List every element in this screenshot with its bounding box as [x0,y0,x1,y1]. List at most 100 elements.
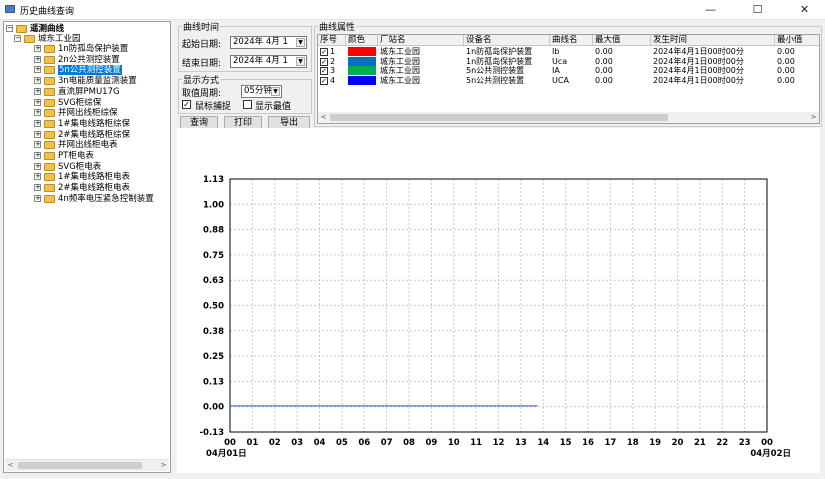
dropdown-arrow-icon[interactable]: ▼ [296,57,305,66]
scroll-left-icon[interactable]: < [318,112,329,123]
column-header[interactable]: 最小值 [775,35,819,46]
collapse-icon[interactable]: − [6,25,13,32]
expand-icon[interactable]: + [34,184,41,192]
device-tree[interactable]: − 遥测曲线 − 城东工业园 +1n防孤岛保护装置 +2n公共测控装置 +5n公共测… [3,21,171,473]
minimize-button[interactable]: — [694,0,727,19]
column-header[interactable]: 厂站名 [378,35,464,46]
tree-item[interactable]: +5n公共测控装置 [34,65,170,76]
expand-icon[interactable]: + [34,109,41,117]
column-header[interactable]: 设备名 [464,35,550,46]
scroll-thumb[interactable] [18,462,142,469]
app-icon [5,5,15,13]
dropdown-arrow-icon[interactable]: ▼ [296,38,305,47]
expand-icon[interactable]: + [34,152,41,159]
tree-item[interactable]: +2#集电线路柜电表 [34,183,170,193]
column-header[interactable]: 序号 [318,35,346,46]
mouse-capture-checkbox[interactable]: ✓ [182,100,191,109]
expand-icon[interactable]: + [34,130,41,138]
tree-item-label: SVG柜电表 [58,161,102,172]
expand-icon[interactable]: + [34,194,41,202]
expand-icon[interactable]: + [34,173,41,181]
column-header[interactable]: 最大值 [593,35,651,46]
scroll-thumb[interactable] [330,114,668,121]
table-row[interactable]: ✓ 4 城东工业园 5n公共测控装置 UCA 0.00 2024年4月1日00时00分 0.0… [318,75,819,86]
expand-icon[interactable]: + [34,141,41,149]
expand-icon[interactable]: + [34,162,41,170]
tree-item[interactable]: +1#集电线路柜综保 [34,118,170,129]
tree-item-label: 1n防孤岛保护装置 [58,44,129,54]
expand-icon[interactable]: + [34,66,41,74]
folder-icon [44,141,55,150]
close-button[interactable]: ✕ [788,0,821,19]
x-tick-label: 15 [560,438,572,448]
table-horizontal-scrollbar[interactable]: < > [318,112,819,123]
tree-item[interactable]: + 并网出线柜电表 [34,140,170,150]
table-cell: 0.00 [777,66,795,75]
tree-item[interactable]: +1#集电线路柜电表 [34,172,170,182]
tree-item[interactable]: +1n防孤岛保护装置 [34,44,170,54]
row-checkbox[interactable]: ✓ [320,67,328,75]
curve-color-swatch[interactable] [348,75,376,85]
tree-item[interactable]: + SVG柜电表 [34,161,170,172]
curve-properties-title: 曲线属性 [318,20,357,33]
table-row[interactable]: ✓ 1 城东工业园 1n防孤岛保护装置 Ib 0.00 2024年4月1日00时00分 0.0… [318,47,819,57]
end-date-value: 2024年 4月 1 [233,56,288,66]
mouse-capture-label: 鼠标捕捉 [195,102,232,112]
expand-icon[interactable]: + [34,87,41,95]
tree-item[interactable]: +2n公共测控装置 [34,55,170,65]
period-select[interactable]: 05分钟 ▼ [241,85,282,98]
expand-icon[interactable]: + [34,98,41,106]
table-row[interactable]: ✓ 3 城东工业园 5n公共测控装置 IA 0.00 2024年4月1日00时00分 0.00 [318,66,819,76]
expand-icon[interactable]: + [34,45,41,52]
scroll-right-icon[interactable]: > [158,460,169,471]
dropdown-arrow-icon[interactable]: ▼ [271,87,280,96]
show-max-label: 显示最值 [255,102,292,112]
x-tick-label: 10 [448,438,460,448]
curve-color-swatch[interactable] [348,47,376,56]
tree-horizontal-scrollbar[interactable]: < > [5,459,169,471]
column-header[interactable]: 曲线名 [550,35,593,46]
scroll-left-icon[interactable]: < [5,460,16,471]
tree-item[interactable]: + 并网出线柜综保 [34,108,170,118]
tree-item[interactable]: + 直流屏PMU17G [34,87,170,97]
curve-chart[interactable]: 1.13 1.00 0.88 0.75 0.63 0.50 0.38 0.25 0.13 0.00… [177,128,820,473]
row-checkbox[interactable]: ✓ [320,76,328,85]
tree-item[interactable]: + PT柜电表 [34,151,170,161]
curve-chart-svg[interactable]: 1.13 1.00 0.88 0.75 0.63 0.50 0.38 0.25 0.13 0.00… [177,128,820,473]
end-date-picker[interactable]: 2024年 4月 1 ▼ [230,55,307,68]
tree-item[interactable]: +4n频率电压紧急控制装置 [34,194,170,204]
table-cell: 0.00 [595,47,613,56]
tree-root[interactable]: − 遥测曲线 [6,24,156,34]
start-date-value: 2024年 4月 1 [233,37,288,47]
expand-icon[interactable]: + [34,77,41,85]
scroll-right-icon[interactable]: > [808,112,819,123]
row-checkbox[interactable]: ✓ [320,48,328,56]
row-checkbox[interactable]: ✓ [320,57,328,66]
tree-item[interactable]: + SVG柜综保 [34,98,170,108]
tree-item-label: 1#集电线路柜综保 [58,118,131,129]
x-start-date-label: 04月01日 [206,449,247,459]
start-date-picker[interactable]: 2024年 4月 1 ▼ [230,36,307,49]
tree-station[interactable]: − 城东工业园 [14,34,164,44]
column-header[interactable]: 发生时间 [651,35,775,46]
maximize-button[interactable]: ☐ [741,0,774,19]
table-cell: 城东工业园 [380,75,420,85]
curve-color-swatch[interactable] [348,56,376,66]
x-tick-label: 06 [358,438,370,448]
collapse-icon[interactable]: − [14,35,21,42]
y-tick-label: 0.75 [203,251,224,261]
curve-properties-table[interactable]: 序号 颜色 厂站名 设备名 曲线名 最大值 发生时间 最小值 ✓ 1 城东工业园 1n防孤岛保护装置 I… [317,34,820,124]
y-tick-label: 0.88 [203,226,224,236]
tree-item[interactable]: +2#集电线路柜综保 [34,130,170,140]
folder-open-icon [24,35,35,43]
expand-icon[interactable]: + [34,119,41,127]
show-max-checkbox[interactable] [243,100,252,109]
curve-color-swatch[interactable] [348,66,376,75]
table-cell: 0.00 [777,75,795,85]
x-tick-label: 11 [470,438,482,448]
table-row[interactable]: ✓ 2 城东工业园 1n防孤岛保护装置 Uca 0.00 2024年4月1日00时00分 0.… [318,56,819,67]
column-header[interactable]: 颜色 [346,35,378,46]
tree-item[interactable]: +3n电能质量监测装置 [34,76,170,86]
expand-icon[interactable]: + [34,55,41,63]
y-tick-label: -0.13 [200,428,225,438]
